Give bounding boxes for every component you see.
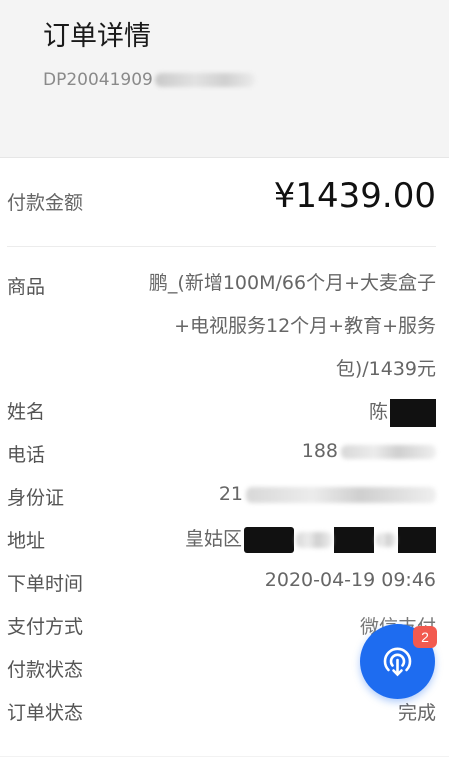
goods-value-line: +电视服务12个月+教育+服务: [174, 315, 436, 337]
name-redacted: [390, 398, 436, 427]
order-number: DP20041909: [43, 70, 255, 90]
address-label: 地址: [7, 530, 46, 552]
order-time-value: 2020-04-19 09:46: [264, 569, 436, 591]
address-value-text: 皇姑区: [184, 528, 242, 550]
page-title: 订单详情: [43, 21, 151, 52]
pay-method-label: 支付方式: [7, 616, 84, 638]
order-status-label: 订单状态: [7, 702, 84, 724]
payment-amount-value: ¥1439.00: [273, 176, 436, 216]
address-redacted: [244, 526, 294, 553]
phone-redacted: [341, 444, 436, 459]
divider: [7, 246, 436, 247]
name-label: 姓名: [7, 401, 46, 423]
pay-status-label: 付款状态: [7, 659, 84, 681]
goods-value: 鹏_(新增100M/66个月+大麦盒子 +电视服务12个月+教育+服务 包)/1…: [116, 262, 436, 391]
address-redacted: [398, 526, 436, 553]
divider: [0, 756, 449, 757]
id-card-value-text: 21: [218, 483, 243, 505]
order-number-redacted: [154, 73, 255, 87]
address-redacted: [376, 532, 396, 547]
goods-value-line: 包)/1439元: [335, 358, 436, 380]
notification-badge: 2: [413, 626, 437, 648]
order-header: 订单详情 DP20041909: [0, 0, 449, 158]
order-status-value: 完成: [397, 702, 436, 724]
order-number-text: DP20041909: [43, 70, 153, 90]
id-card-label: 身份证: [7, 487, 65, 509]
payment-amount-row: 付款金额 ¥1439.00: [0, 168, 449, 238]
phone-value: 188: [302, 440, 436, 462]
order-time-label: 下单时间: [7, 573, 84, 595]
goods-label: 商品: [7, 276, 46, 298]
address-value: 皇姑区: [185, 524, 436, 553]
phone-value-text: 188: [301, 440, 338, 462]
id-card-redacted: [246, 486, 436, 503]
address-redacted: [334, 526, 374, 553]
name-value: 陈: [369, 397, 436, 427]
address-redacted: [296, 531, 332, 548]
name-value-text: 陈: [368, 401, 388, 423]
goods-value-line: 鹏_(新增100M/66个月+大麦盒子: [148, 272, 436, 294]
payment-amount-label: 付款金额: [7, 192, 84, 214]
id-card-value: 21: [219, 483, 436, 505]
phone-label: 电话: [7, 444, 46, 466]
broadcast-download-icon: [383, 647, 412, 677]
